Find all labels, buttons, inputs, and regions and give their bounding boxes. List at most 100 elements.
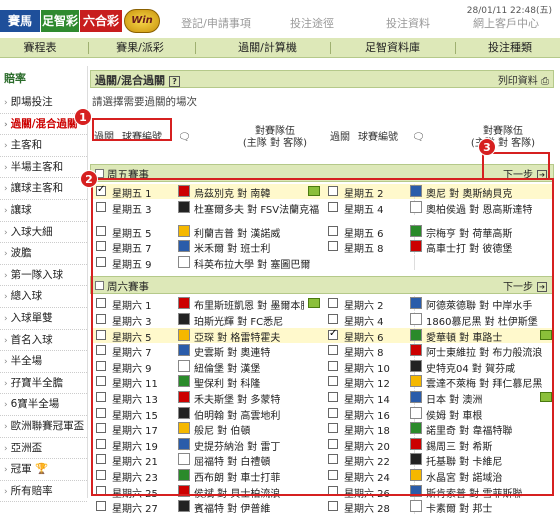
sidebar-item[interactable]: › 即場投注 bbox=[0, 92, 87, 114]
chevron-right-icon: › bbox=[4, 313, 8, 324]
sidebar-item[interactable]: › 總入球 bbox=[0, 286, 87, 308]
sidebar-item[interactable]: › 首名入球 bbox=[0, 330, 87, 352]
sidebar-item[interactable]: › 主客和 bbox=[0, 135, 87, 157]
highlight-box-matches bbox=[91, 178, 554, 496]
chevron-right-icon: › bbox=[4, 486, 8, 497]
chevron-right-icon: › bbox=[4, 162, 8, 173]
print-link[interactable]: 列印資料 ⎙ bbox=[498, 72, 549, 87]
chevron-right-icon: › bbox=[4, 465, 8, 476]
sidebar-heading: 賠率 bbox=[4, 72, 26, 85]
chevron-right-icon: › bbox=[4, 270, 8, 281]
match-number: 星期六 27 bbox=[112, 504, 158, 515]
sidebar-item[interactable]: › 讓球 bbox=[0, 200, 87, 222]
col-header-teams-2: 對賽隊伍 (主隊 對 客隊) bbox=[470, 126, 536, 149]
sidebar-item-label: 歐洲聯賽冠軍盃 bbox=[10, 419, 85, 432]
link-betting-channels[interactable]: 投注途徑 bbox=[262, 15, 362, 31]
sidebar-item-label: 孖寶半全膽 bbox=[10, 376, 64, 389]
link-betting-info[interactable]: 投注資料 bbox=[358, 15, 458, 31]
sidebar-item-label: 首名入球 bbox=[10, 333, 53, 346]
sidebar-item-label: 入球大細 bbox=[10, 225, 53, 238]
chevron-right-icon: › bbox=[4, 119, 8, 130]
sidebar-item-label: 讓球主客和 bbox=[10, 182, 64, 195]
sidebar-item[interactable]: › 亞洲盃 bbox=[0, 438, 87, 460]
sidebar-item-label: 過關/混合過關 bbox=[10, 117, 78, 130]
nav-football-database[interactable]: 足智資料庫 bbox=[335, 38, 450, 58]
brand-logo: Win bbox=[124, 9, 160, 33]
sidebar-item[interactable]: › 冠軍 🏆 bbox=[0, 459, 87, 481]
sidebar-item[interactable]: › 第一隊入球 bbox=[0, 265, 87, 287]
match-number: 星期六 28 bbox=[344, 504, 390, 515]
nav-allup-calculator[interactable]: 過關/計算機 bbox=[210, 38, 325, 58]
chevron-right-icon: › bbox=[4, 249, 8, 260]
sidebar-item-label: 所有賠率 bbox=[10, 484, 53, 497]
highlight-box-allup bbox=[92, 118, 172, 141]
chevron-right-icon: › bbox=[4, 421, 8, 432]
comment-icon: 🗨 bbox=[178, 132, 191, 143]
match-teams[interactable]: 卡素爾 對 邦士 bbox=[426, 500, 556, 515]
sidebar-item-label: 入球單雙 bbox=[10, 311, 53, 324]
nav-fixtures[interactable]: 賽程表 bbox=[0, 38, 80, 58]
sidebar-item[interactable]: › 入球大細 bbox=[0, 222, 87, 244]
sidebar-item-label: 總入球 bbox=[10, 290, 43, 303]
callout-badge-2: 2 bbox=[80, 170, 98, 188]
team-flag-icon bbox=[410, 500, 422, 513]
chevron-right-icon: › bbox=[4, 292, 8, 303]
chevron-right-icon: › bbox=[4, 98, 8, 108]
sidebar-item[interactable]: › 讓球主客和 bbox=[0, 178, 87, 200]
chevron-right-icon: › bbox=[4, 443, 8, 454]
sidebar-item-label: 波膽 bbox=[10, 247, 32, 260]
link-customer-centre[interactable]: 網上客戶中心 bbox=[456, 15, 556, 31]
chevron-right-icon: › bbox=[4, 400, 8, 411]
trophy-icon: 🏆 bbox=[31, 463, 49, 476]
nav-bet-types[interactable]: 投注種類 bbox=[460, 38, 560, 58]
chevron-right-icon: › bbox=[4, 141, 8, 152]
comment-icon: 🗨 bbox=[412, 132, 425, 143]
nav-results[interactable]: 賽果/派彩 bbox=[95, 38, 185, 58]
sidebar-item[interactable]: › 歐洲聯賽冠軍盃 bbox=[0, 416, 87, 438]
sidebar-item[interactable]: › 孖寶半全膽 bbox=[0, 373, 87, 395]
col-header-teams: 對賽隊伍 (主隊 對 客隊) bbox=[242, 126, 308, 149]
main-header: 過關/混合過關? 列印資料 ⎙ bbox=[90, 70, 554, 88]
secondary-nav: 賽程表 賽果/派彩 過關/計算機 足智資料庫 投注種類 bbox=[0, 38, 560, 58]
col-header-pass-2: 過關 bbox=[330, 132, 350, 143]
table-row: 星期六 27 賓福特 對 伊普維 星期六 28 卡素爾 對 邦士 bbox=[92, 499, 552, 515]
chevron-right-icon: › bbox=[4, 184, 8, 195]
highlight-box-next bbox=[482, 152, 550, 180]
tab-football[interactable]: 足智彩 bbox=[41, 10, 79, 32]
allup-checkbox[interactable] bbox=[96, 501, 106, 512]
chevron-right-icon: › bbox=[4, 205, 8, 216]
instruction-text: 請選擇需要過關的場次 bbox=[92, 96, 197, 108]
col-header-match-no-2: 球賽編號 bbox=[358, 132, 398, 143]
sidebar: 賠率 › 即場投注 › 過關/混合過關 › 主客和 › 半場主客和 › 讓球主客和 › 讓球 › 入球大細… bbox=[0, 66, 88, 503]
chevron-right-icon: › bbox=[4, 378, 8, 389]
sidebar-item[interactable]: › 半場主客和 bbox=[0, 157, 87, 179]
sidebar-item-label: 第一隊入球 bbox=[10, 268, 64, 281]
page-title: 過關/混合過關? bbox=[95, 72, 181, 88]
datetime-label: 28/01/11 22:48(五) bbox=[466, 6, 552, 16]
sidebar-item-label: 冠軍 bbox=[10, 463, 32, 476]
chevron-right-icon: › bbox=[4, 227, 8, 238]
sidebar-item[interactable]: › 入球單雙 bbox=[0, 308, 87, 330]
sidebar-item-label: 即場投注 bbox=[10, 96, 53, 108]
callout-badge-3: 3 bbox=[478, 138, 496, 156]
sidebar-item-label: 半全場 bbox=[10, 355, 43, 368]
sidebar-item-label: 讓球 bbox=[10, 203, 32, 216]
sidebar-item[interactable]: › 半全場 bbox=[0, 351, 87, 373]
sidebar-item[interactable]: › 所有賠率 bbox=[0, 481, 87, 503]
sidebar-item-label: 主客和 bbox=[10, 139, 43, 152]
allup-checkbox[interactable] bbox=[328, 501, 338, 512]
link-registration[interactable]: 登記/申請事項 bbox=[166, 15, 266, 31]
sidebar-item-label: 半場主客和 bbox=[10, 160, 64, 173]
chevron-right-icon: › bbox=[4, 357, 8, 368]
chevron-right-icon: › bbox=[4, 335, 8, 346]
tab-mark-six[interactable]: 六合彩 bbox=[80, 10, 122, 32]
tab-horse-racing[interactable]: 賽馬 bbox=[0, 10, 40, 32]
sidebar-item[interactable]: › 6寶半全場 bbox=[0, 394, 87, 416]
help-icon[interactable]: ? bbox=[169, 75, 181, 87]
sidebar-item[interactable]: › 波膽 bbox=[0, 243, 87, 265]
callout-badge-1: 1 bbox=[74, 108, 92, 126]
top-bar: 賽馬 足智彩 六合彩 Win 登記/申請事項 投注途徑 投注資料 網上客戶中心 … bbox=[0, 0, 560, 36]
sidebar-item-label: 6寶半全場 bbox=[10, 398, 60, 411]
match-teams[interactable]: 賓福特 對 伊普維 bbox=[194, 500, 324, 515]
team-flag-icon bbox=[178, 500, 190, 513]
